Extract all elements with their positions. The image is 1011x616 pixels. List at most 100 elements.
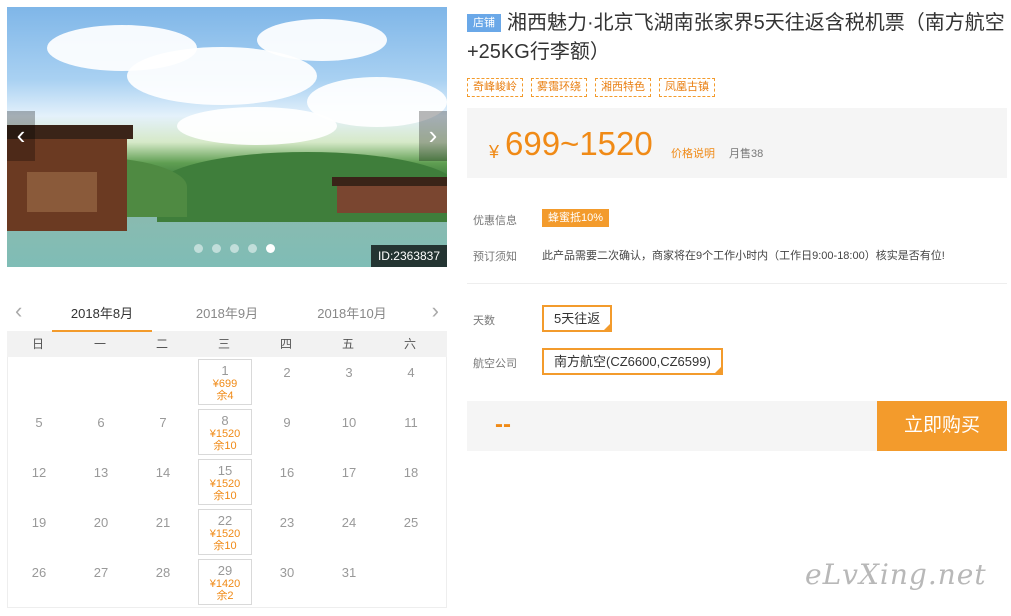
calendar-month-tab[interactable]: 2018年8月 bbox=[52, 303, 152, 332]
day-number: 24 bbox=[341, 515, 357, 530]
product-title-text: 湘西魅力·北京飞湖南张家界5天往返含税机票（南方航空+25KG行李额） bbox=[467, 12, 1005, 63]
day-number: 4 bbox=[407, 365, 415, 380]
shop-badge[interactable]: 店铺 bbox=[467, 14, 501, 32]
notice-label: 预订须知 bbox=[473, 251, 517, 263]
calendar-day-available[interactable]: 1 ¥699 余4 bbox=[198, 359, 252, 405]
product-page: ‹ › ID:2363837 ‹ 2018年8月 2018年9月 2018年10… bbox=[0, 0, 1011, 616]
calendar-day: 2 bbox=[256, 357, 318, 407]
carousel-dot[interactable] bbox=[194, 244, 203, 253]
calendar-day-available[interactable]: 22 ¥1520 余10 bbox=[198, 509, 252, 555]
calendar-day: 12 bbox=[8, 457, 70, 507]
day-number: 25 bbox=[403, 515, 419, 530]
currency-symbol: ¥ bbox=[489, 142, 500, 162]
day-number: 22 bbox=[217, 513, 233, 528]
calendar-day: 11 bbox=[380, 407, 442, 457]
calendar-weekday-header: 日 一 二 三 四 五 六 bbox=[7, 331, 447, 357]
day-number: 1 bbox=[221, 363, 229, 378]
day-number: 20 bbox=[93, 515, 109, 530]
day-number: 5 bbox=[35, 415, 43, 430]
calendar-day: 5 bbox=[8, 407, 70, 457]
calendar-day: 16 bbox=[256, 457, 318, 507]
feature-tag: 凤凰古镇 bbox=[659, 78, 715, 97]
day-number: 14 bbox=[155, 465, 171, 480]
calendar-empty-cell bbox=[8, 357, 70, 407]
calendar-day: 30 bbox=[256, 557, 318, 607]
calendar-day: 4 bbox=[380, 357, 442, 407]
feature-tag: 雾霭环绕 bbox=[531, 78, 587, 97]
promo-label: 优惠信息 bbox=[473, 215, 517, 227]
divider bbox=[467, 283, 1007, 284]
product-title: 店铺 湘西魅力·北京飞湖南张家界5天往返含税机票（南方航空+25KG行李额） bbox=[467, 9, 1007, 67]
day-number: 21 bbox=[155, 515, 171, 530]
day-price: ¥1520 bbox=[209, 528, 241, 540]
day-number: 9 bbox=[283, 415, 291, 430]
day-remaining: 余10 bbox=[213, 540, 237, 552]
calendar-day: 13 bbox=[70, 457, 132, 507]
buy-bar: -- 立即购买 bbox=[467, 401, 1007, 451]
buy-now-button[interactable]: 立即购买 bbox=[877, 401, 1007, 451]
day-price: ¥699 bbox=[212, 378, 238, 390]
weekday-label: 一 bbox=[93, 337, 106, 351]
carousel-dot[interactable] bbox=[266, 244, 275, 253]
calendar-day: 26 bbox=[8, 557, 70, 607]
calendar-day: 24 bbox=[318, 507, 380, 557]
day-number: 3 bbox=[345, 365, 353, 380]
price-calendar: ‹ 2018年8月 2018年9月 2018年10月 › 日 一 二 三 四 五… bbox=[7, 296, 447, 608]
carousel-dot[interactable] bbox=[248, 244, 257, 253]
day-number: 31 bbox=[341, 565, 357, 580]
weekday-label: 五 bbox=[341, 337, 354, 351]
day-number: 18 bbox=[403, 465, 419, 480]
promo-badge: 蜂蜜抵10% bbox=[542, 209, 610, 227]
feature-tags: 奇峰峻岭 雾霭环绕 湘西特色 凤凰古镇 bbox=[467, 78, 715, 97]
calendar-day: 19 bbox=[8, 507, 70, 557]
weekday-label: 四 bbox=[279, 337, 292, 351]
day-price: ¥1420 bbox=[209, 578, 241, 590]
airline-label: 航空公司 bbox=[473, 358, 517, 370]
photo-id-label: ID:2363837 bbox=[370, 245, 447, 267]
calendar-month-tab[interactable]: 2018年9月 bbox=[177, 303, 277, 322]
photo-next-button[interactable]: › bbox=[419, 111, 447, 161]
carousel-dot[interactable] bbox=[212, 244, 221, 253]
watermark-logo: eLvXing.net bbox=[805, 558, 987, 591]
price-range: 699~1520 bbox=[505, 125, 653, 162]
day-number: 26 bbox=[31, 565, 47, 580]
weekday-label: 三 bbox=[217, 337, 230, 351]
day-number: 23 bbox=[279, 515, 295, 530]
calendar-day: 31 bbox=[318, 557, 380, 607]
calendar-day: 6 bbox=[70, 407, 132, 457]
chevron-right-icon[interactable]: › bbox=[432, 299, 439, 323]
calendar-day-available[interactable]: 15 ¥1520 余10 bbox=[198, 459, 252, 505]
product-photo: ‹ › ID:2363837 bbox=[7, 7, 447, 267]
calendar-day-available[interactable]: 29 ¥1420 余2 bbox=[198, 559, 252, 605]
day-number: 19 bbox=[31, 515, 47, 530]
calendar-day: 25 bbox=[380, 507, 442, 557]
feature-tag: 奇峰峻岭 bbox=[467, 78, 523, 97]
day-number: 28 bbox=[155, 565, 171, 580]
carousel-dots bbox=[194, 244, 275, 253]
calendar-day: 7 bbox=[132, 407, 194, 457]
photo-prev-button[interactable]: ‹ bbox=[7, 111, 35, 161]
day-price: ¥1520 bbox=[209, 478, 241, 490]
price-note-link[interactable]: 价格说明 bbox=[671, 145, 715, 161]
calendar-day: 21 bbox=[132, 507, 194, 557]
days-option[interactable]: 5天往返 bbox=[542, 305, 613, 332]
airline-option[interactable]: 南方航空(CZ6600,CZ6599) bbox=[542, 348, 723, 375]
calendar-day: 17 bbox=[318, 457, 380, 507]
day-number: 2 bbox=[283, 365, 291, 380]
day-number: 27 bbox=[93, 565, 109, 580]
calendar-nav: ‹ 2018年8月 2018年9月 2018年10月 › bbox=[7, 296, 447, 332]
day-number: 12 bbox=[31, 465, 47, 480]
chevron-left-icon[interactable]: ‹ bbox=[15, 299, 22, 323]
calendar-month-tab[interactable]: 2018年10月 bbox=[302, 303, 402, 322]
carousel-dot[interactable] bbox=[230, 244, 239, 253]
day-number: 30 bbox=[279, 565, 295, 580]
day-remaining: 余10 bbox=[213, 440, 237, 452]
day-number: 16 bbox=[279, 465, 295, 480]
day-number: 29 bbox=[217, 563, 233, 578]
calendar-empty-cell bbox=[70, 357, 132, 407]
weekday-label: 日 bbox=[31, 337, 44, 351]
day-number: 10 bbox=[341, 415, 357, 430]
calendar-day-available[interactable]: 8 ¥1520 余10 bbox=[198, 409, 252, 455]
calendar-day: 3 bbox=[318, 357, 380, 407]
calendar-day: 23 bbox=[256, 507, 318, 557]
